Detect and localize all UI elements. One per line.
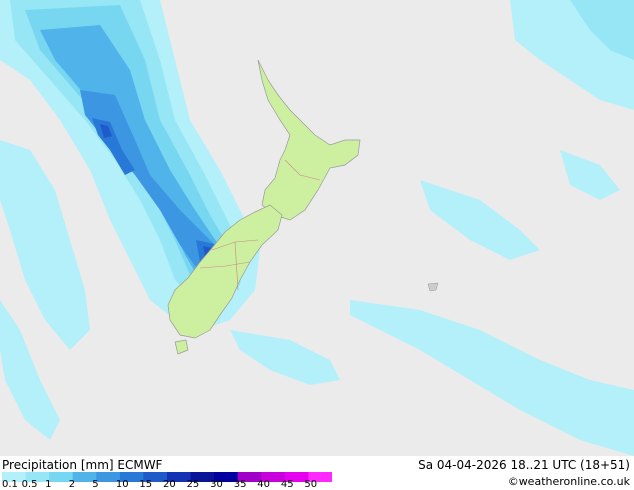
map-title: Precipitation [mm] ECMWF	[2, 458, 163, 472]
scale-label: 10	[115, 479, 129, 490]
legend-bar: Precipitation [mm] ECMWF Sa 04-04-2026 1…	[0, 456, 634, 490]
scale-label: 20	[163, 479, 176, 490]
valid-time: Sa 04-04-2026 18..21 UTC (18+51)	[418, 458, 630, 472]
scale-label: 1	[45, 479, 52, 490]
scale-label: 0.5	[21, 479, 38, 490]
scale-label: 25	[186, 479, 200, 490]
scale-label: 35	[233, 479, 247, 490]
scale-label: 2	[68, 479, 76, 490]
scale-label: 15	[139, 479, 153, 490]
credit: ©weatheronline.co.uk	[507, 475, 630, 488]
scale-label: 5	[92, 479, 99, 490]
scale-label: 0.1	[2, 479, 18, 490]
precipitation-map	[0, 0, 634, 456]
scale-label: 50	[304, 479, 318, 490]
scale-label: 45	[280, 479, 294, 490]
scale-label: 40	[257, 479, 271, 490]
scale-label: 30	[210, 479, 223, 490]
